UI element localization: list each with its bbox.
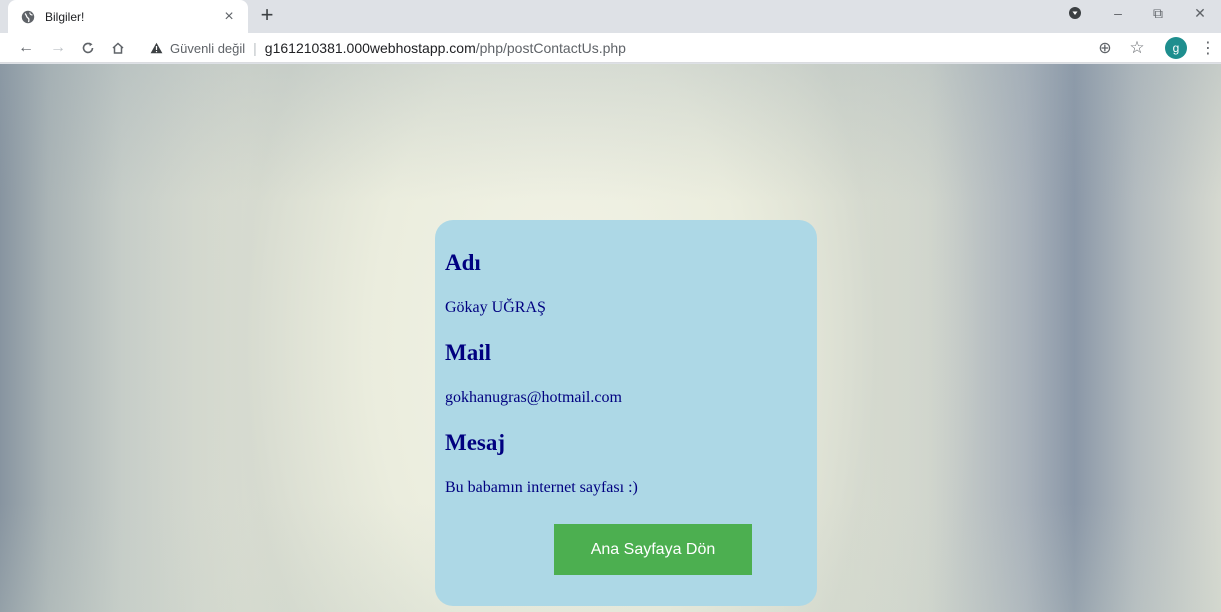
page-viewport: Adı Gökay UĞRAŞ Mail gokhanugras@hotmail… (0, 64, 1221, 612)
extension-icon[interactable] (1055, 0, 1095, 26)
browser-toolbar: ← → Güvenli değil | g161210381.000webhos… (0, 33, 1221, 63)
name-heading: Adı (445, 250, 481, 275)
address-bar[interactable]: Güvenli değil | g161210381.000webhostapp… (140, 35, 1148, 61)
mail-value: gokhanugras@hotmail.com (445, 389, 622, 406)
home-button[interactable] (106, 36, 130, 60)
security-divider: | (253, 40, 257, 56)
security-label: Güvenli değil (170, 40, 246, 56)
new-tab-button[interactable]: + (256, 4, 278, 27)
tab-strip: Bilgiler! × + – ⧉ ✕ (0, 0, 1221, 33)
security-indicator[interactable]: Güvenli değil (150, 41, 245, 56)
minimize-button[interactable]: – (1098, 0, 1138, 26)
info-card: Adı Gökay UĞRAŞ Mail gokhanugras@hotmail… (435, 220, 817, 606)
restore-button[interactable]: ⧉ (1138, 0, 1178, 26)
tab-title: Bilgiler! (45, 9, 85, 24)
back-button[interactable]: ← (14, 36, 38, 60)
profile-avatar[interactable]: g (1165, 37, 1187, 59)
mail-heading: Mail (445, 340, 491, 365)
url-host: g161210381.000webhostapp.com (264, 40, 476, 56)
browser-tab[interactable]: Bilgiler! × (8, 0, 248, 33)
url-path: /php/postContactUs.php (475, 40, 626, 56)
forward-button[interactable]: → (46, 36, 70, 60)
back-to-home-button[interactable]: Ana Sayfaya Dön (554, 524, 752, 575)
globe-icon (20, 9, 36, 25)
reload-button[interactable] (76, 36, 100, 60)
zoom-icon[interactable]: ⊕ (1093, 36, 1117, 60)
bookmark-star-icon[interactable]: ☆ (1125, 36, 1149, 60)
close-tab-icon[interactable]: × (220, 8, 238, 26)
warning-icon (150, 42, 163, 54)
name-value: Gökay UĞRAŞ (445, 299, 546, 316)
message-value: Bu babamın internet sayfası :) (445, 479, 638, 496)
menu-icon[interactable]: ⋮ (1196, 36, 1220, 60)
message-heading: Mesaj (445, 430, 506, 455)
close-window-button[interactable]: ✕ (1180, 0, 1220, 26)
